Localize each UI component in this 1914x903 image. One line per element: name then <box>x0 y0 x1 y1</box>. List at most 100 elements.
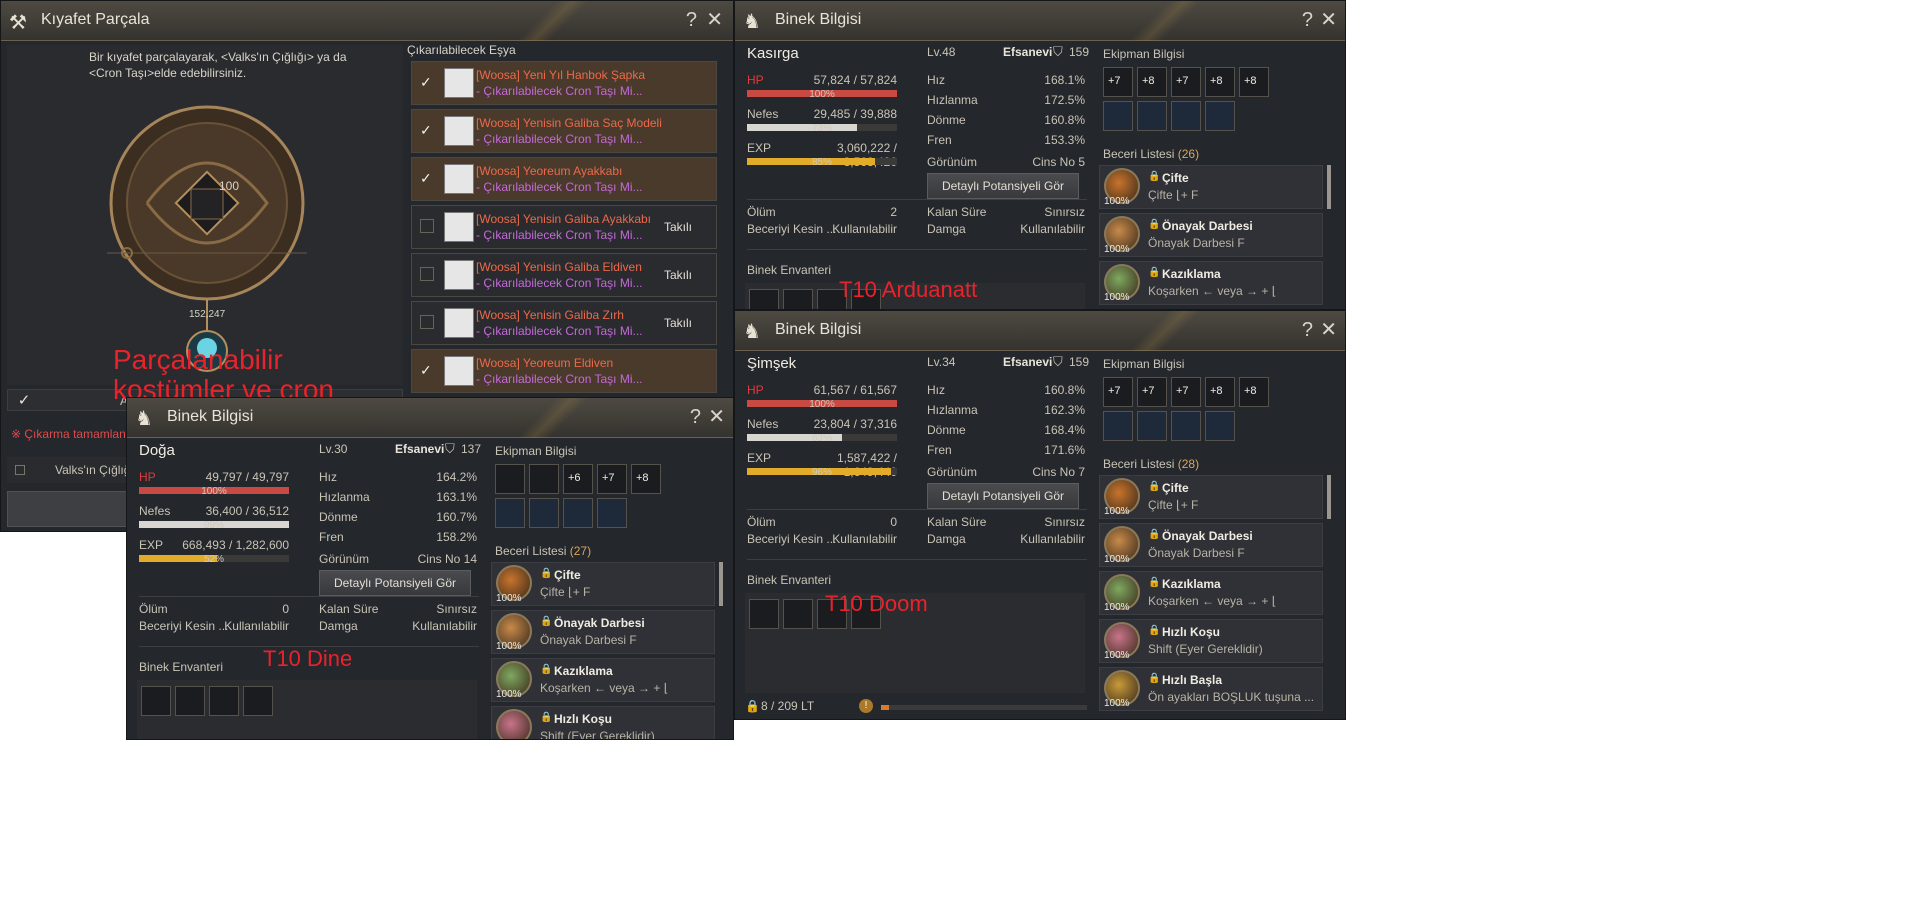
item-row[interactable]: ✓ [Woosa] Yeoreum Ayakkabı - Çıkarılabil… <box>411 157 717 201</box>
equipment-slot[interactable] <box>1205 411 1235 441</box>
skills-scrollbar[interactable] <box>1327 165 1331 209</box>
item-row[interactable]: ✓ [Woosa] Yenisin Galiba Saç Modeli - Çı… <box>411 109 717 153</box>
inventory-slot[interactable] <box>749 289 779 309</box>
shield-value: 137 <box>461 442 482 456</box>
stat-label-hp: HP <box>747 73 764 87</box>
detailed-potential-button[interactable]: Detaylı Potansiyeli Gör <box>927 483 1079 509</box>
skill-row[interactable]: 100% 🔒 Hızlı Başla Ön ayakları BOŞLUK tu… <box>1099 667 1323 711</box>
look-label: Görünüm <box>927 465 978 479</box>
action-button[interactable] <box>7 491 137 527</box>
death-label: Ölüm <box>747 205 776 219</box>
speed-stat-value: 172.5% <box>1044 93 1085 107</box>
skill-row[interactable]: 100% 🔒 Kazıklama Koşarken ← veya → + ⌊ <box>1099 261 1323 305</box>
skill-row[interactable]: 100% 🔒 Kazıklama Koşarken ← veya → + ⌊ <box>491 658 715 702</box>
equipment-slot[interactable]: +7 <box>1103 377 1133 407</box>
checkbox[interactable] <box>420 315 434 329</box>
help-button[interactable]: ? <box>1302 9 1313 31</box>
equipment-slot[interactable] <box>597 498 627 528</box>
item-row[interactable]: [Woosa] Yenisin Galiba Zırh - Çıkarılabi… <box>411 301 717 345</box>
equipment-slot[interactable] <box>495 498 525 528</box>
equipment-slot[interactable]: +7 <box>1171 377 1201 407</box>
equipment-slot[interactable]: +8 <box>1137 67 1167 97</box>
help-button[interactable]: ? <box>690 406 701 428</box>
close-button[interactable]: ✕ <box>708 406 725 428</box>
skill-row[interactable]: 100% 🔒 Önayak Darbesi Önayak Darbesi F <box>1099 213 1323 257</box>
inventory-slot[interactable] <box>749 599 779 629</box>
window-title: Binek Bilgisi <box>775 321 862 338</box>
hp-pct: 100% <box>809 399 835 410</box>
checkbox[interactable]: ✓ <box>420 363 434 377</box>
mount-grade: Efsanevi <box>1003 45 1053 59</box>
equipment-slot[interactable]: +8 <box>1205 67 1235 97</box>
checkbox[interactable] <box>420 219 434 233</box>
skill-row[interactable]: 🔒 Hızlı Koşu Shift (Eyer Gereklidir) <box>491 706 715 739</box>
skill-row[interactable]: 100% 🔒 Çifte Çifte ⌊+ F <box>1099 475 1323 519</box>
title-bar[interactable]: ⚒ Kıyafet Parçala ? ✕ <box>1 1 733 41</box>
stamp-value: Kullanılabilir <box>1020 222 1085 236</box>
inventory-slot[interactable] <box>209 686 239 716</box>
item-row[interactable]: ✓ [Woosa] Yeoreum Eldiven - Çıkarılabile… <box>411 349 717 393</box>
skills-scrollbar[interactable] <box>1327 475 1331 519</box>
equipment-slot[interactable]: +8 <box>1239 67 1269 97</box>
equipment-slot[interactable] <box>529 464 559 494</box>
item-row[interactable]: [Woosa] Yenisin Galiba Ayakkabı - Çıkarı… <box>411 205 717 249</box>
equipment-slot[interactable]: +8 <box>1205 377 1235 407</box>
equipment-slot[interactable]: +8 <box>1239 377 1269 407</box>
item-count: 100 <box>219 179 240 193</box>
inventory-slot[interactable] <box>175 686 205 716</box>
skill-row[interactable]: 100% 🔒 Çifte Çifte ⌊+ F <box>1099 165 1323 209</box>
skill-row[interactable]: 100% 🔒 Önayak Darbesi Önayak Darbesi F <box>1099 523 1323 567</box>
equipment-slot[interactable] <box>1137 101 1167 131</box>
inventory-slot[interactable] <box>243 686 273 716</box>
checkbox[interactable]: ✓ <box>420 171 434 185</box>
checkbox[interactable] <box>420 267 434 281</box>
skills-header: Beceri Listesi (27) <box>495 544 591 558</box>
equipment-slot[interactable] <box>1171 101 1201 131</box>
equipment-slot[interactable] <box>495 464 525 494</box>
help-button[interactable]: ? <box>686 9 697 31</box>
title-bar[interactable]: ♞ Binek Bilgisi ? ✕ <box>127 398 733 438</box>
close-button[interactable]: ✕ <box>1320 319 1337 341</box>
checkbox[interactable]: ✓ <box>420 75 434 89</box>
skill-key: Koşarken ← veya → + ⌊ <box>1148 594 1277 608</box>
skill-pct: 100% <box>496 641 522 652</box>
close-button[interactable]: ✕ <box>1320 9 1337 31</box>
equipment-slot[interactable]: +7 <box>1103 67 1133 97</box>
skill-row[interactable]: 100% 🔒 Önayak Darbesi Önayak Darbesi F <box>491 610 715 654</box>
equipment-slot[interactable] <box>1205 101 1235 131</box>
equipment-slot[interactable] <box>1103 411 1133 441</box>
equipment-slot[interactable] <box>563 498 593 528</box>
item-row[interactable]: ✓ [Woosa] Yeni Yıl Hanbok Şapka - Çıkarı… <box>411 61 717 105</box>
equipment-slot[interactable]: +7 <box>1137 377 1167 407</box>
detailed-potential-button[interactable]: Detaylı Potansiyeli Gör <box>319 570 471 596</box>
skill-row[interactable]: 100% 🔒 Kazıklama Koşarken ← veya → + ⌊ <box>1099 571 1323 615</box>
checkbox[interactable]: ✓ <box>420 123 434 137</box>
skill-row[interactable]: 100% 🔒 Hızlı Koşu Shift (Eyer Gereklidir… <box>1099 619 1323 663</box>
help-button[interactable]: ? <box>1302 319 1313 341</box>
equipment-slot[interactable]: +7 <box>1171 67 1201 97</box>
inventory-slot[interactable] <box>783 289 813 309</box>
checkbox[interactable] <box>15 465 25 475</box>
inventory-slot[interactable] <box>783 599 813 629</box>
title-bar[interactable]: ♞ Binek Bilgisi ? ✕ <box>735 1 1345 41</box>
equipment-slot[interactable] <box>1171 411 1201 441</box>
equipment-slot[interactable] <box>1137 411 1167 441</box>
skills-scrollbar[interactable] <box>719 562 723 606</box>
stamina-pct: 99% <box>203 520 224 531</box>
checkmark-icon[interactable]: ✓ <box>16 393 32 409</box>
detailed-potential-button[interactable]: Detaylı Potansiyeli Gör <box>927 173 1079 199</box>
skill-row[interactable]: 100% 🔒 Çifte Çifte ⌊+ F <box>491 562 715 606</box>
equipment-slot[interactable] <box>529 498 559 528</box>
exp-pct: 52% <box>203 554 224 565</box>
equipment-slot[interactable]: +8 <box>631 464 661 494</box>
close-button[interactable]: ✕ <box>706 9 723 31</box>
item-row[interactable]: [Woosa] Yenisin Galiba Eldiven - Çıkarıl… <box>411 253 717 297</box>
inventory-slot[interactable] <box>141 686 171 716</box>
equipment-slot[interactable] <box>1103 101 1133 131</box>
valks-row[interactable]: Valks'ın Çığlığı <box>7 457 137 483</box>
equipment-slot[interactable]: +7 <box>597 464 627 494</box>
title-bar[interactable]: ♞ Binek Bilgisi ? ✕ <box>735 311 1345 351</box>
equipment-slot[interactable]: +6 <box>563 464 593 494</box>
lock-icon: 🔒 <box>1148 219 1161 230</box>
mount-info-window-doga: ♞ Binek Bilgisi ? ✕ Doğa Lv.30 Efsanevi … <box>126 397 734 740</box>
